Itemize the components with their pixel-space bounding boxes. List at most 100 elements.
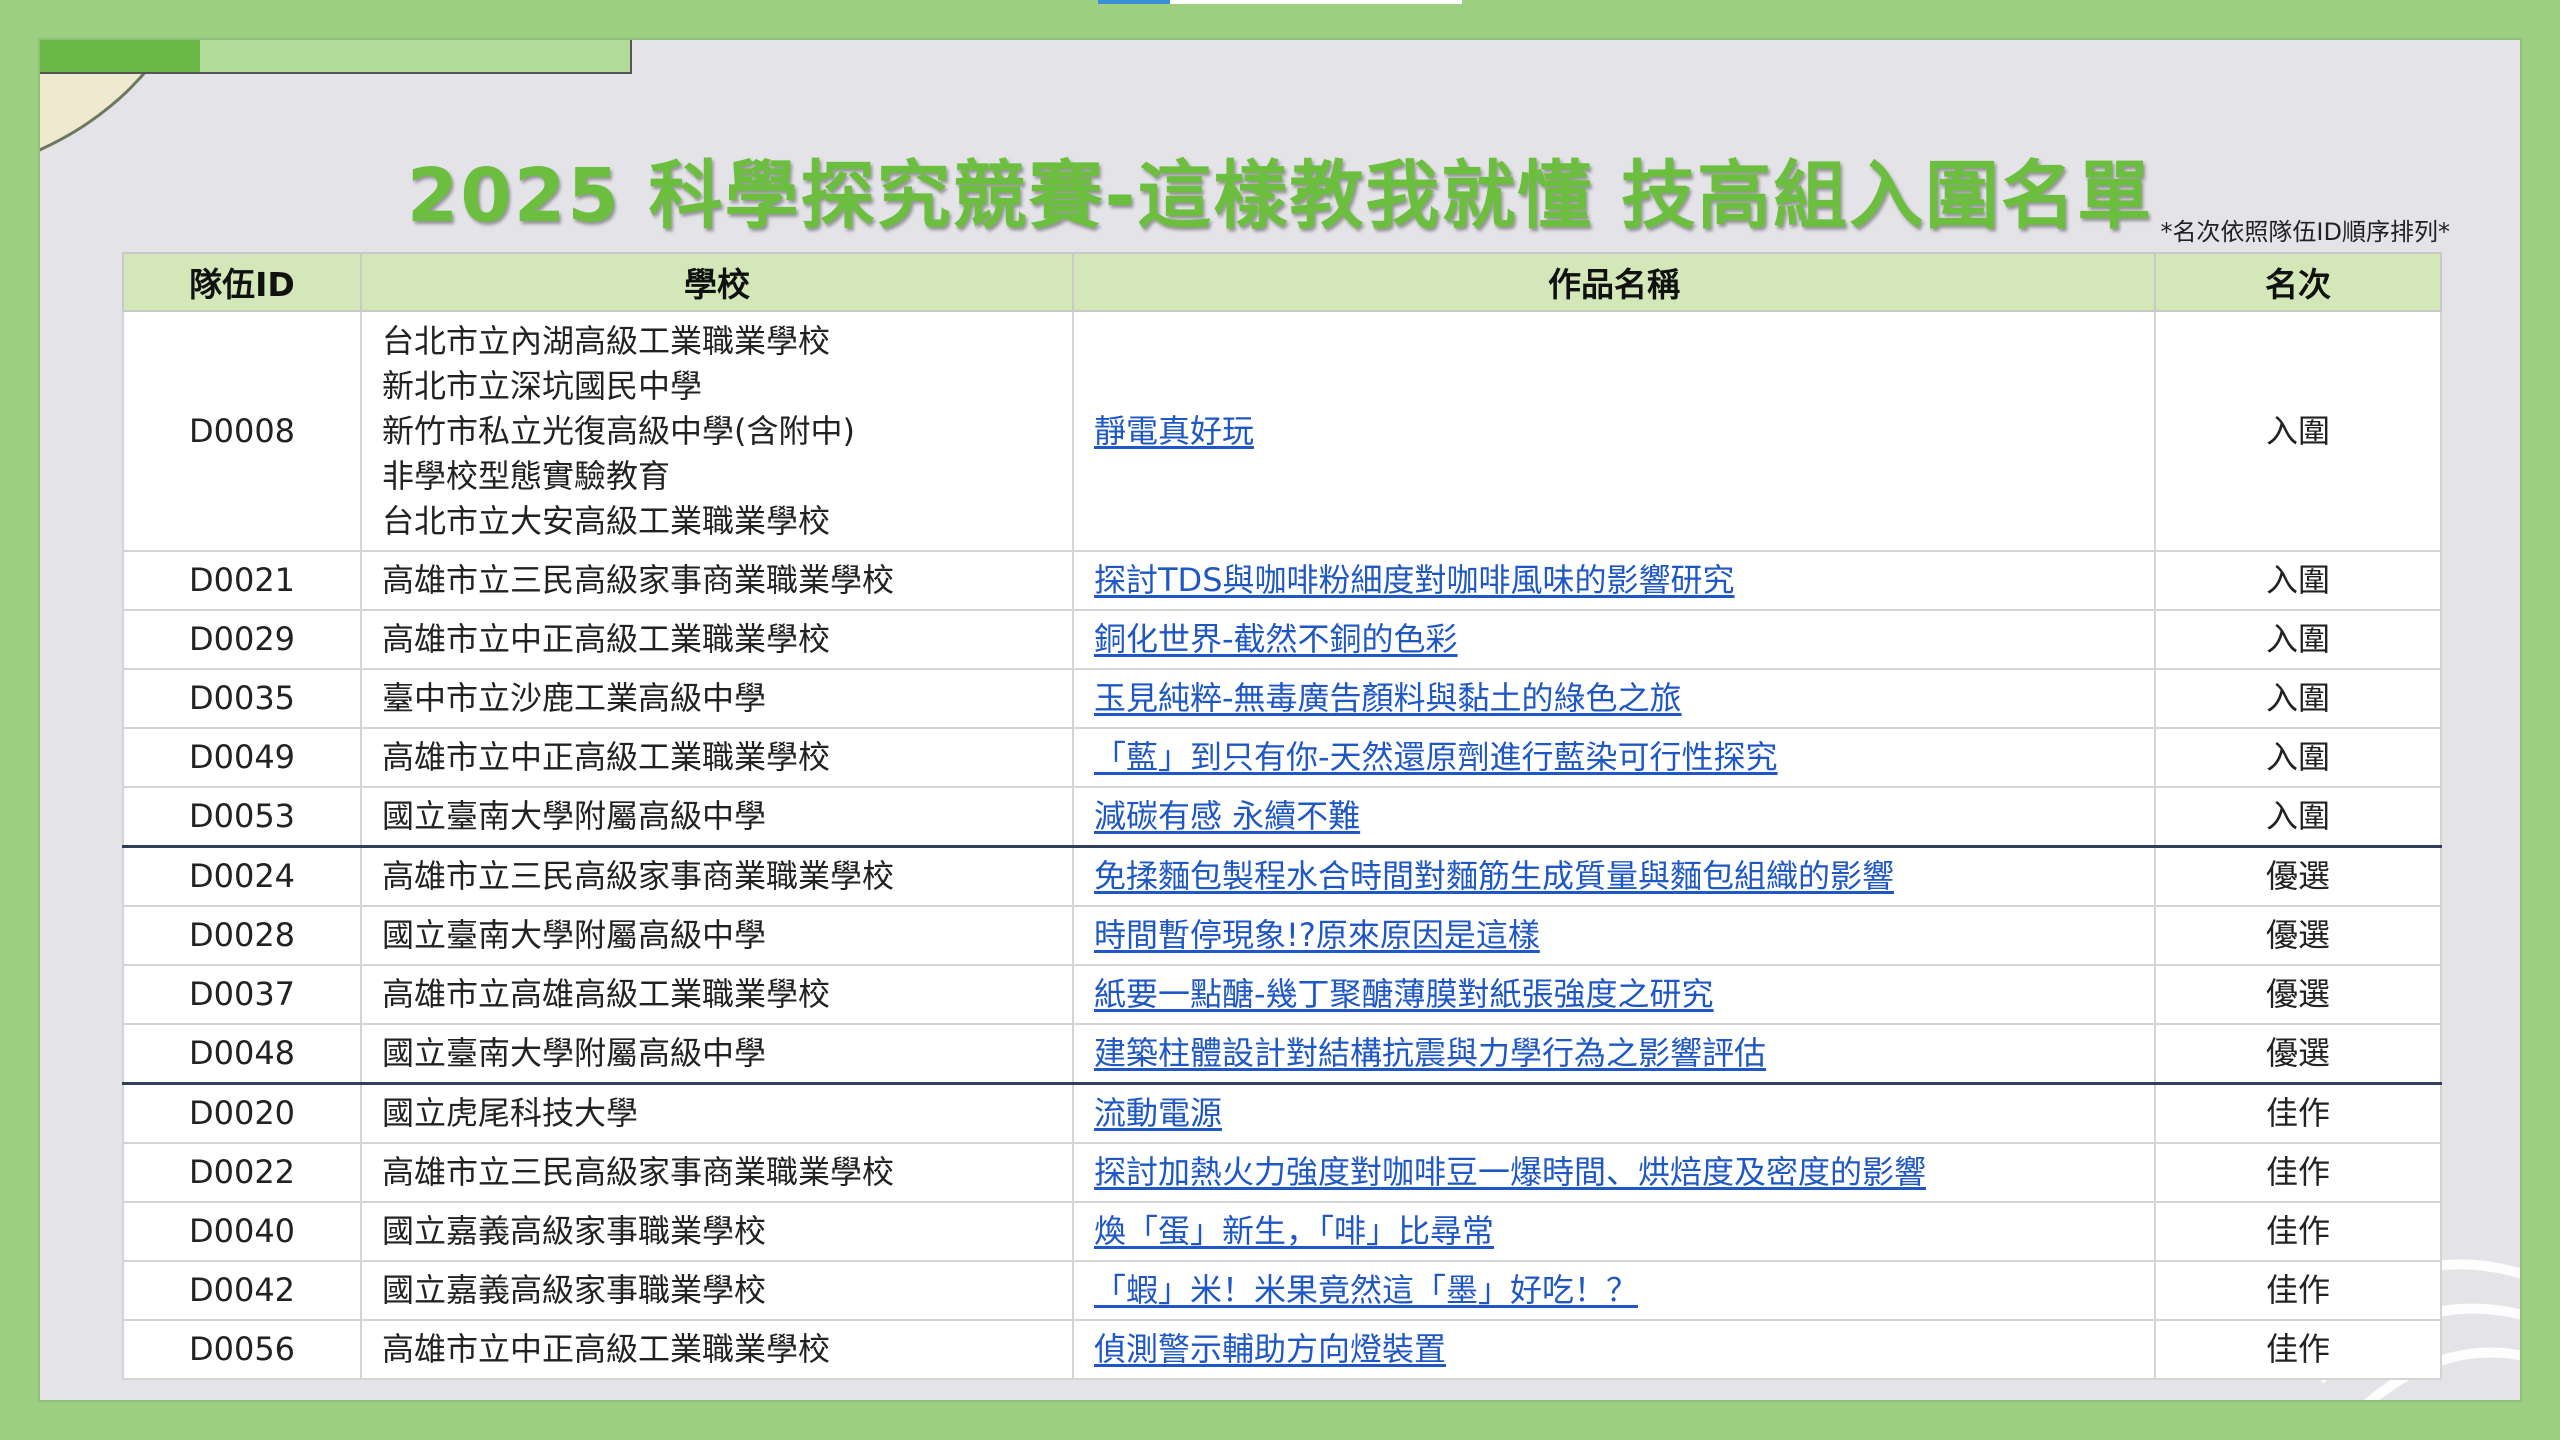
table-row: D0021 高雄市立三民高級家事商業職業學校 探討TDS與咖啡粉細度對咖啡風味的… [122, 550, 2442, 611]
order-note: *名次依照隊伍ID順序排列* [2160, 218, 2450, 246]
table-row: D0048 國立臺南大學附屬高級中學 建築柱體設計對結構抗震與力學行為之影響評估… [122, 1023, 2442, 1085]
header-work-title: 作品名稱 [1072, 252, 2156, 312]
school-name: 高雄市立三民高級家事商業職業學校 [360, 1142, 1074, 1203]
school-name: 高雄市立中正高級工業職業學校 [360, 727, 1074, 788]
table-row: D0056 高雄市立中正高級工業職業學校 偵測警示輔助方向燈裝置 佳作 [122, 1319, 2442, 1380]
table-row: D0008 台北市立內湖高級工業職業學校 新北市立深坑國民中學 新竹市私立光復高… [122, 310, 2442, 552]
work-title-link[interactable]: 玉見純粹-無毒廣告顏料與黏土的綠色之旅 [1094, 679, 1682, 717]
school-name: 國立嘉義高級家事職業學校 [360, 1201, 1074, 1262]
school-name: 新竹市私立光復高級中學(含附中) [382, 411, 855, 450]
work-title-link[interactable]: 銅化世界-截然不銅的色彩 [1094, 620, 1458, 658]
table-row: D0022 高雄市立三民高級家事商業職業學校 探討加熱火力強度對咖啡豆一爆時間、… [122, 1142, 2442, 1203]
team-id: D0035 [122, 668, 362, 729]
work-cell: 「藍」到只有你-天然還原劑進行藍染可行性探究 [1072, 727, 2156, 788]
work-cell: 偵測警示輔助方向燈裝置 [1072, 1319, 2156, 1380]
work-cell: 探討TDS與咖啡粉細度對咖啡風味的影響研究 [1072, 550, 2156, 611]
work-title-link[interactable]: 「藍」到只有你-天然還原劑進行藍染可行性探究 [1094, 738, 1778, 776]
school-name: 高雄市立三民高級家事商業職業學校 [360, 845, 1074, 907]
school-cell: 台北市立內湖高級工業職業學校 新北市立深坑國民中學 新竹市私立光復高級中學(含附… [360, 310, 1074, 552]
work-cell: 煥「蛋」新生，「啡」比尋常 [1072, 1201, 2156, 1262]
work-cell: 建築柱體設計對結構抗震與力學行為之影響評估 [1072, 1023, 2156, 1085]
school-name: 高雄市立高雄高級工業職業學校 [360, 964, 1074, 1025]
table-row: D0020 國立虎尾科技大學 流動電源 佳作 [122, 1082, 2442, 1144]
school-name: 非學校型態實驗教育 [382, 456, 671, 495]
rank: 優選 [2154, 905, 2442, 966]
rank: 入圍 [2154, 310, 2442, 552]
rank: 入圍 [2154, 786, 2442, 848]
team-id: D0021 [122, 550, 362, 611]
rank: 佳作 [2154, 1082, 2442, 1144]
header-rank: 名次 [2154, 252, 2442, 312]
team-id: D0028 [122, 905, 362, 966]
school-name: 國立嘉義高級家事職業學校 [360, 1260, 1074, 1321]
page-title: 2025 科學探究競賽-這樣教我就懂 技高組入圍名單 [406, 153, 2154, 239]
decorative-bar-light [200, 40, 632, 74]
top-marker [1098, 0, 1462, 4]
school-name: 臺中市立沙鹿工業高級中學 [360, 668, 1074, 729]
school-name: 高雄市立中正高級工業職業學校 [360, 609, 1074, 670]
rank: 入圍 [2154, 550, 2442, 611]
work-title-link[interactable]: 探討加熱火力強度對咖啡豆一爆時間、烘焙度及密度的影響 [1094, 1153, 1926, 1191]
rank: 佳作 [2154, 1142, 2442, 1203]
work-title-link[interactable]: 偵測警示輔助方向燈裝置 [1094, 1330, 1446, 1368]
table-row: D0042 國立嘉義高級家事職業學校 「蝦」米！米果竟然這「墨」好吃！？ 佳作 [122, 1260, 2442, 1321]
slide: 2025 科學探究競賽-這樣教我就懂 技高組入圍名單 *名次依照隊伍ID順序排列… [38, 38, 2522, 1402]
rank: 佳作 [2154, 1260, 2442, 1321]
team-id: D0040 [122, 1201, 362, 1262]
work-cell: 免揉麵包製程水合時間對麵筋生成質量與麵包組織的影響 [1072, 845, 2156, 907]
decorative-bar-dark [40, 40, 200, 74]
team-id: D0053 [122, 786, 362, 848]
decorative-bar-underline [40, 72, 200, 74]
team-id: D0029 [122, 609, 362, 670]
table-row: D0035 臺中市立沙鹿工業高級中學 玉見純粹-無毒廣告顏料與黏土的綠色之旅 入… [122, 668, 2442, 729]
table-row: D0028 國立臺南大學附屬高級中學 時間暫停現象!?原來原因是這樣 優選 [122, 905, 2442, 966]
rank: 入圍 [2154, 668, 2442, 729]
rank: 佳作 [2154, 1201, 2442, 1262]
work-cell: 玉見純粹-無毒廣告顏料與黏土的綠色之旅 [1072, 668, 2156, 729]
work-title-link[interactable]: 煥「蛋」新生，「啡」比尋常 [1094, 1212, 1494, 1250]
header-team-id: 隊伍ID [122, 252, 362, 312]
school-name: 國立虎尾科技大學 [360, 1082, 1074, 1144]
work-cell: 探討加熱火力強度對咖啡豆一爆時間、烘焙度及密度的影響 [1072, 1142, 2156, 1203]
table-row: D0053 國立臺南大學附屬高級中學 減碳有感 永續不難 入圍 [122, 786, 2442, 848]
work-title-link[interactable]: 靜電真好玩 [1094, 412, 1254, 450]
work-cell: 減碳有感 永續不難 [1072, 786, 2156, 848]
team-id: D0056 [122, 1319, 362, 1380]
school-name: 新北市立深坑國民中學 [382, 366, 703, 405]
work-title-link[interactable]: 流動電源 [1094, 1094, 1222, 1132]
team-id: D0020 [122, 1082, 362, 1144]
work-cell: 時間暫停現象!?原來原因是這樣 [1072, 905, 2156, 966]
work-title-link[interactable]: 探討TDS與咖啡粉細度對咖啡風味的影響研究 [1094, 561, 1735, 599]
work-title-link[interactable]: 免揉麵包製程水合時間對麵筋生成質量與麵包組織的影響 [1094, 857, 1894, 895]
rank: 優選 [2154, 964, 2442, 1025]
work-cell: 流動電源 [1072, 1082, 2156, 1144]
rank: 入圍 [2154, 609, 2442, 670]
work-cell: 銅化世界-截然不銅的色彩 [1072, 609, 2156, 670]
table-row: D0024 高雄市立三民高級家事商業職業學校 免揉麵包製程水合時間對麵筋生成質量… [122, 845, 2442, 907]
school-name: 高雄市立中正高級工業職業學校 [360, 1319, 1074, 1380]
team-id: D0008 [122, 310, 362, 552]
school-name: 國立臺南大學附屬高級中學 [360, 905, 1074, 966]
work-title-link[interactable]: 時間暫停現象!?原來原因是這樣 [1094, 916, 1540, 954]
header-school: 學校 [360, 252, 1074, 312]
table-row: D0029 高雄市立中正高級工業職業學校 銅化世界-截然不銅的色彩 入圍 [122, 609, 2442, 670]
team-id: D0022 [122, 1142, 362, 1203]
work-title-link[interactable]: 建築柱體設計對結構抗震與力學行為之影響評估 [1094, 1034, 1766, 1072]
work-title-link[interactable]: 「蝦」米！米果竟然這「墨」好吃！？ [1094, 1271, 1638, 1309]
table-row: D0037 高雄市立高雄高級工業職業學校 紙要一點醣-幾丁聚醣薄膜對紙張強度之研… [122, 964, 2442, 1025]
rank: 佳作 [2154, 1319, 2442, 1380]
work-cell: 「蝦」米！米果竟然這「墨」好吃！？ [1072, 1260, 2156, 1321]
team-id: D0048 [122, 1023, 362, 1085]
table-header-row: 隊伍ID 學校 作品名稱 名次 [122, 252, 2442, 312]
work-title-link[interactable]: 紙要一點醣-幾丁聚醣薄膜對紙張強度之研究 [1094, 975, 1714, 1013]
table-row: D0040 國立嘉義高級家事職業學校 煥「蛋」新生，「啡」比尋常 佳作 [122, 1201, 2442, 1262]
rank: 優選 [2154, 1023, 2442, 1085]
team-id: D0037 [122, 964, 362, 1025]
finalist-table: 隊伍ID 學校 作品名稱 名次 D0008 台北市立內湖高級工業職業學校 新北市… [122, 252, 2442, 1380]
work-cell: 紙要一點醣-幾丁聚醣薄膜對紙張強度之研究 [1072, 964, 2156, 1025]
rank: 入圍 [2154, 727, 2442, 788]
school-name: 國立臺南大學附屬高級中學 [360, 1023, 1074, 1085]
school-name: 國立臺南大學附屬高級中學 [360, 786, 1074, 848]
work-cell: 靜電真好玩 [1072, 310, 2156, 552]
work-title-link[interactable]: 減碳有感 永續不難 [1094, 797, 1360, 835]
